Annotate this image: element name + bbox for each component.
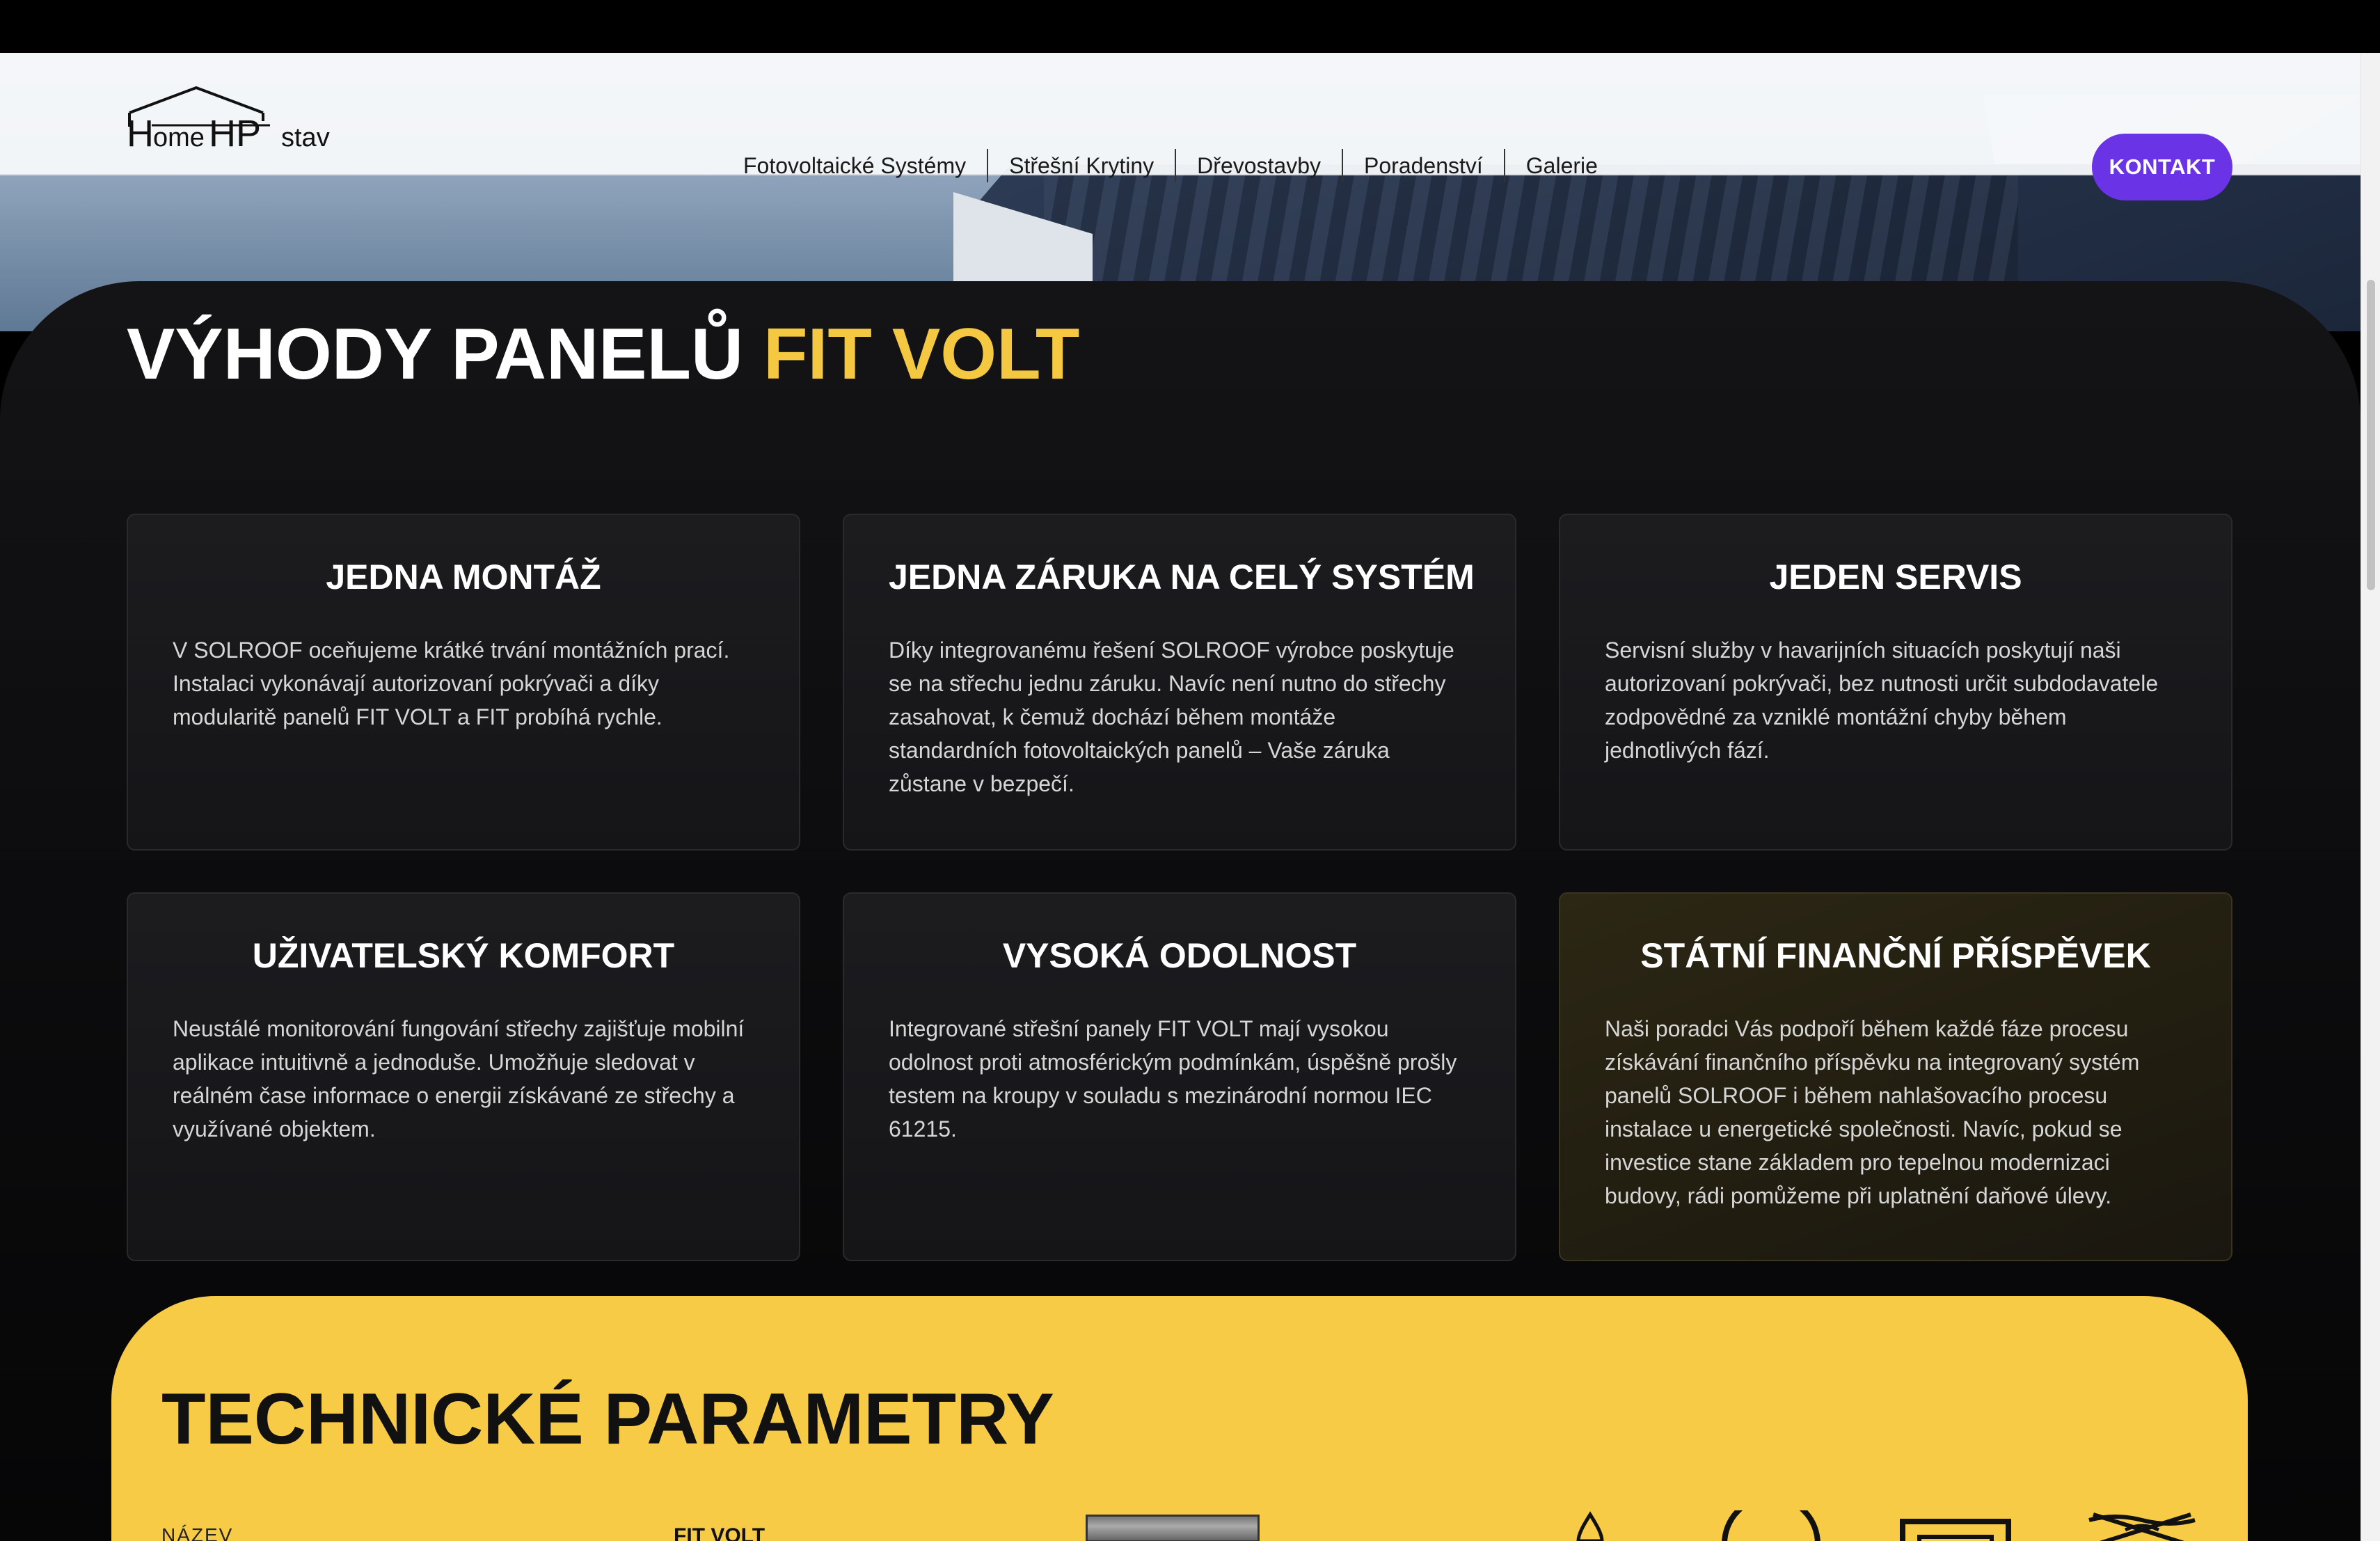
card-text: Díky integrovanému řešení SOLROOF výrobc…	[889, 638, 1454, 796]
svg-text:stav: stav	[281, 123, 330, 152]
card-title: JEDEN SERVIS	[1769, 558, 2022, 596]
parameter-label: NÁZEV	[161, 1524, 234, 1541]
scrollbar-thumb[interactable]	[2367, 280, 2375, 590]
nav-item-fotovoltaicke-systemy[interactable]: Fotovoltaické Systémy	[722, 146, 987, 185]
card-title: JEDNA ZÁRUKA NA CELÝ SYSTÉM	[889, 558, 1475, 596]
nav-item-drevostavby[interactable]: Dřevostavby	[1176, 146, 1342, 185]
card-text: Servisní služby v havarijních situacích …	[1605, 638, 2159, 763]
main-nav: Fotovoltaické Systémy Střešní Krytiny Dř…	[722, 146, 1619, 185]
benefit-card-one-warranty: JEDNA ZÁRUKA NA CELÝ SYSTÉM Díky integro…	[843, 514, 1516, 851]
benefit-card-user-comfort: UŽIVATELSKÝ KOMFORT Neustálé monitorován…	[127, 892, 800, 1261]
circle-icon	[1722, 1510, 1820, 1541]
card-title: UŽIVATELSKÝ KOMFORT	[252, 936, 675, 975]
logo[interactable]: H ome HP stav	[127, 85, 342, 155]
nav-item-galerie[interactable]: Galerie	[1505, 146, 1619, 185]
card-text: Neustálé monitorování fungování střechy …	[173, 1016, 745, 1141]
card-title: VYSOKÁ ODOLNOST	[1002, 936, 1357, 975]
benefits-title-main: VÝHODY PANELŮ	[127, 314, 744, 395]
no-wash-icon	[2088, 1512, 2196, 1541]
solar-panel-image	[1086, 1515, 1260, 1541]
benefits-title-accent: FIT VOLT	[763, 314, 1080, 395]
page-scrollbar[interactable]	[2361, 53, 2380, 1541]
frame-icon	[1900, 1519, 2011, 1541]
card-text: V SOLROOF oceňujeme krátké trvání montáž…	[173, 638, 730, 729]
drop-icon	[1576, 1511, 1604, 1541]
benefit-card-high-resistance: VYSOKÁ ODOLNOST Integrované střešní pane…	[843, 892, 1516, 1261]
card-title: JEDNA MONTÁŽ	[326, 558, 601, 596]
technical-parameters-title: TECHNICKÉ PARAMETRY	[161, 1379, 1054, 1460]
benefits-title: VÝHODY PANELŮ FIT VOLT	[127, 313, 1079, 396]
benefit-card-one-installation: JEDNA MONTÁŽ V SOLROOF oceňujeme krátké …	[127, 514, 800, 851]
card-text: Integrované střešní panely FIT VOLT mají…	[889, 1016, 1457, 1141]
card-text: Naši poradci Vás podpoří během každé fáz…	[1605, 1016, 2140, 1208]
svg-text:H: H	[127, 113, 154, 155]
benefit-card-state-subsidy: STÁTNÍ FINANČNÍ PŘÍSPĚVEK Naši poradci V…	[1559, 892, 2232, 1261]
parameter-value: FIT VOLT	[674, 1524, 765, 1541]
benefit-card-one-service: JEDEN SERVIS Servisní služby v havarijní…	[1559, 514, 2232, 851]
site-header: H ome HP stav Fotovoltaické Systémy Stře…	[0, 53, 2361, 200]
browser-top-bar	[0, 0, 2380, 53]
nav-item-stresni-krytiny[interactable]: Střešní Krytiny	[988, 146, 1175, 185]
svg-text:ome: ome	[153, 123, 205, 152]
nav-item-poradenstvi[interactable]: Poradenství	[1343, 146, 1504, 185]
contact-button[interactable]: KONTAKT	[2092, 134, 2232, 200]
card-title: STÁTNÍ FINANČNÍ PŘÍSPĚVEK	[1640, 936, 2151, 975]
svg-text:HP: HP	[209, 113, 261, 155]
